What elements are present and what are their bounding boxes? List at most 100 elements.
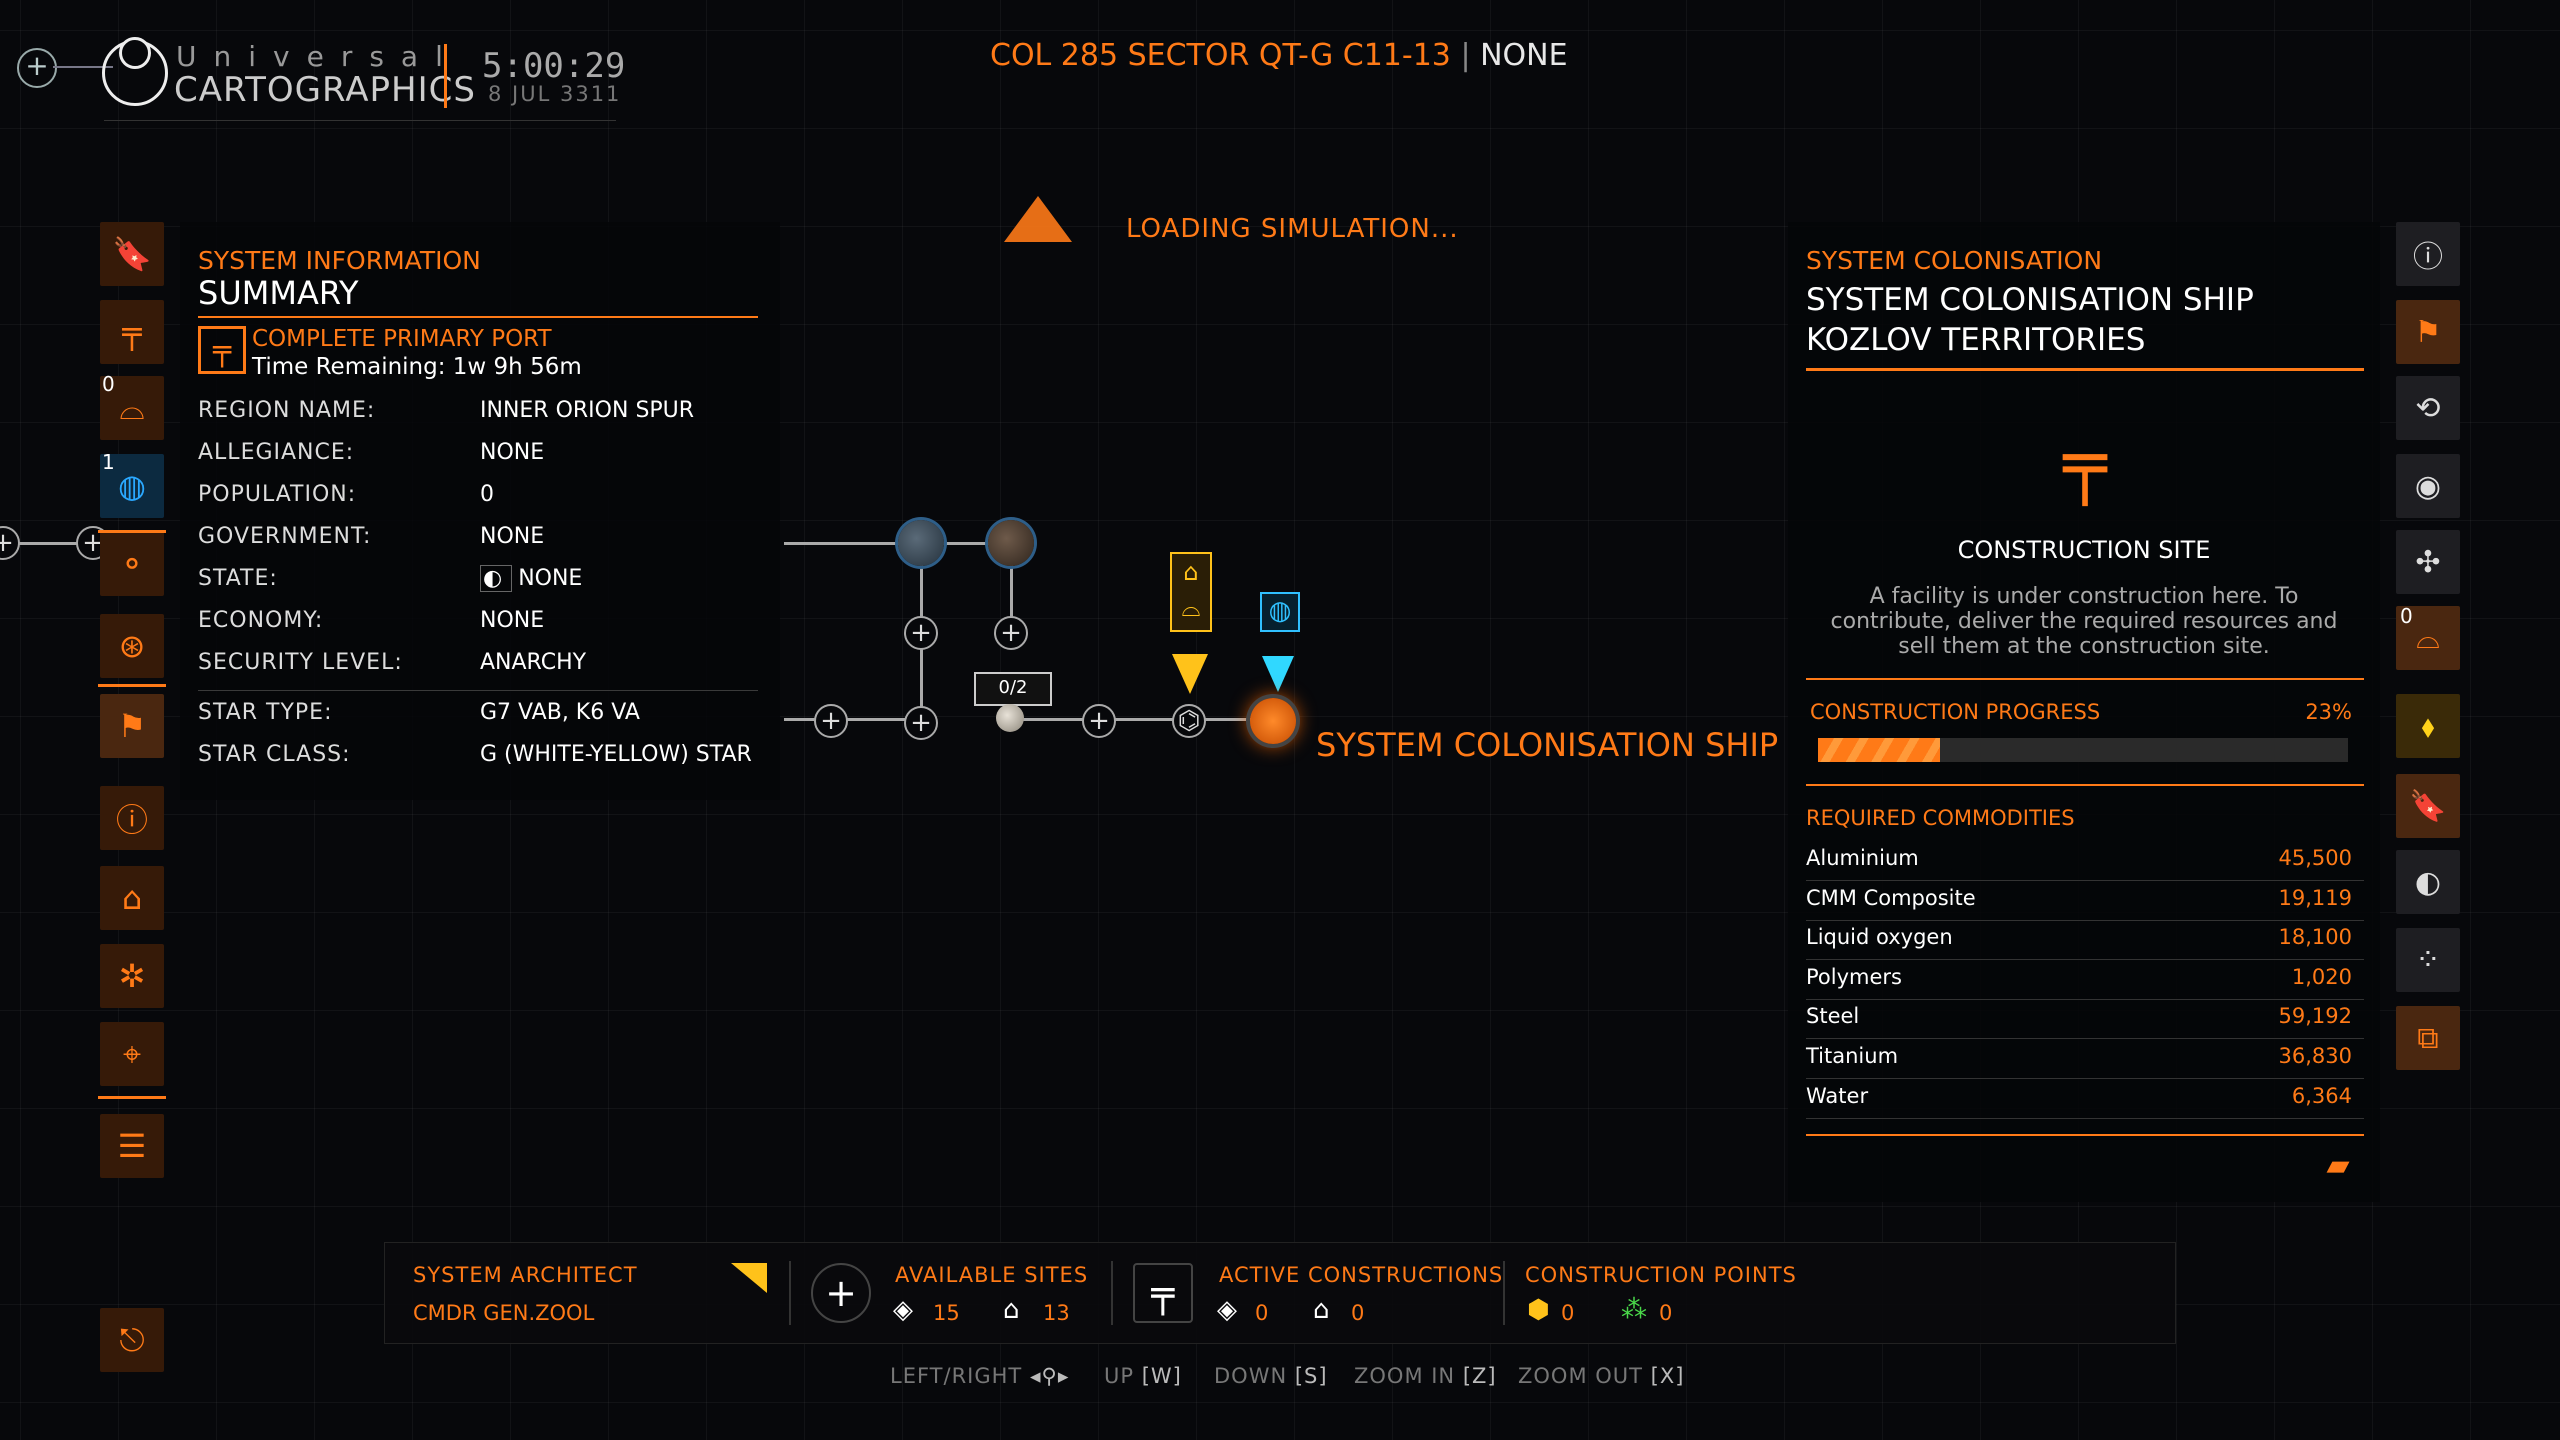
map-node[interactable]: + — [904, 616, 938, 650]
cyan-marker-icon — [1262, 656, 1294, 692]
hint-key: [Z] — [1462, 1364, 1497, 1388]
network-icon[interactable]: ⁘ — [2396, 928, 2460, 992]
required-commodities-label: REQUIRED COMMODITIES — [1806, 806, 2075, 830]
info-value: NONE — [480, 608, 545, 633]
system-title: COL 285 SECTOR QT-G C11-13 | NONE — [990, 38, 1568, 73]
info-icon[interactable]: ⓘ — [100, 786, 164, 850]
hint-label: ZOOM OUT — [1518, 1364, 1651, 1388]
info-value: G7 VAB, K6 VA — [480, 700, 640, 725]
key-hint: UP [W] — [1104, 1364, 1182, 1388]
info-value: 0 — [480, 482, 494, 507]
divider — [1806, 368, 2364, 371]
route-icon[interactable]: ⚬ — [100, 532, 164, 596]
commodity-row[interactable]: CMM Composite 19,119 — [1806, 880, 2364, 921]
surface-site-icon: ⌂ — [1003, 1295, 1020, 1325]
progress-label: CONSTRUCTION PROGRESS — [1810, 700, 2101, 724]
divider — [1503, 1261, 1505, 1325]
colonisation-flag-icon[interactable]: ⚑ — [2396, 300, 2460, 364]
satellite-icon[interactable]: ✣ — [2396, 530, 2460, 594]
exit-icon[interactable]: ⎋ — [100, 1308, 164, 1372]
settings-icon[interactable]: ✲ — [100, 944, 164, 1008]
left-bar-divider — [98, 1096, 166, 1099]
location-icon[interactable]: ⬧ — [2396, 694, 2460, 758]
target-icon[interactable]: ⊛ — [100, 614, 164, 678]
active-constructions-label: ACTIVE CONSTRUCTIONS — [1219, 1263, 1504, 1287]
site-name: CONSTRUCTION SITE — [1957, 536, 2211, 564]
info-row: ECONOMY: NONE — [198, 608, 758, 650]
commodity-quantity: 36,830 — [2278, 1044, 2352, 1068]
add-site-icon[interactable]: + — [811, 1263, 871, 1323]
station-label[interactable]: SYSTEM COLONISATION SHIP — [1316, 726, 1778, 764]
hint-key: ◂⚲▸ — [1029, 1364, 1070, 1388]
system-faction: NONE — [1480, 38, 1568, 73]
crane-icon[interactable]: ╤ — [100, 300, 164, 364]
pin-icon[interactable]: ⌖ — [100, 1022, 164, 1086]
loading-status: LOADING SIMULATION... — [1126, 214, 1459, 244]
colonisation-ship-icon[interactable] — [1250, 698, 1296, 744]
state-text: NONE — [518, 566, 583, 591]
progress-fill — [1818, 738, 1940, 762]
globe-icon[interactable]: ◍ — [1260, 592, 1300, 632]
commodity-quantity: 59,192 — [2278, 1004, 2352, 1029]
crane-icon: ╤ — [1133, 1263, 1193, 1323]
commodity-name: CMM Composite — [1806, 885, 1976, 910]
commodity-quantity: 6,364 — [2291, 1083, 2352, 1108]
planet-icon[interactable] — [988, 520, 1034, 566]
active-orbital-count: 0 — [1255, 1301, 1269, 1325]
bookmark-icon[interactable]: 🔖 — [100, 222, 164, 286]
surface-sites-icon[interactable]: ⌂ ⌓ — [1170, 552, 1212, 632]
architect-name: CMDR GEN.ZOOL — [413, 1301, 595, 1325]
commodity-row[interactable]: Polymers 1,020 — [1806, 959, 2364, 1000]
site-description: A facility is under construction here. T… — [1830, 584, 2338, 659]
badge-count: 0 — [2400, 604, 2413, 628]
map-node[interactable]: + — [994, 616, 1028, 650]
map-node[interactable]: + — [1082, 704, 1116, 738]
key-hint: LEFT/RIGHT ◂⚲▸ — [890, 1364, 1069, 1388]
planet-icon[interactable] — [898, 520, 944, 566]
commodity-row[interactable]: Aluminium 45,500 — [1806, 840, 2364, 881]
left-bar-divider — [98, 684, 166, 687]
codex-book-icon[interactable]: ▰ — [2316, 1148, 2360, 1188]
map-node[interactable]: + — [904, 706, 938, 740]
moon-icon[interactable]: ◐ — [2396, 850, 2460, 914]
map-node[interactable]: + — [814, 704, 848, 738]
info-key: STAR CLASS: — [198, 742, 351, 767]
panel-title: SYSTEM INFORMATION — [198, 246, 481, 275]
info-divider — [198, 690, 758, 691]
map-connector — [1010, 718, 1280, 721]
commodity-row[interactable]: Water 6,364 — [1806, 1078, 2364, 1119]
list-icon[interactable]: ☰ — [100, 1114, 164, 1178]
star-icon[interactable]: ◉ — [2396, 454, 2460, 518]
station-node[interactable]: ⌬ — [1172, 704, 1206, 738]
commodity-row[interactable]: Titanium 36,830 — [1806, 1038, 2364, 1079]
flag-icon[interactable]: ⚑ — [100, 694, 164, 758]
scan-icon[interactable]: ⟲ — [2396, 376, 2460, 440]
commodity-row[interactable]: Steel 59,192 — [1806, 998, 2364, 1040]
ship-faction: KOZLOV TERRITORIES — [1806, 322, 2146, 358]
architect-flag-icon — [731, 1263, 767, 1293]
system-info-icon[interactable]: ⓘ — [2396, 222, 2460, 286]
expand-button[interactable]: + — [17, 48, 57, 88]
header-divider — [444, 44, 447, 108]
hint-key: [W] — [1141, 1364, 1182, 1388]
commodity-row[interactable]: Liquid oxygen 18,100 — [1806, 919, 2364, 961]
hint-label: ZOOM IN — [1354, 1364, 1463, 1388]
bookmark-icon[interactable]: 🔖 — [2396, 774, 2460, 838]
construction-progress-bar — [1818, 738, 2348, 762]
game-clock: 5:00:29 — [482, 46, 626, 86]
info-key: SECURITY LEVEL: — [198, 650, 403, 675]
site-counter-badge: 0/2 — [974, 672, 1052, 706]
info-value: NONE — [480, 440, 545, 465]
info-value: NONE — [480, 524, 545, 549]
state-icon: ◐ — [480, 565, 513, 592]
commodity-name: Liquid oxygen — [1806, 925, 1953, 950]
info-row: ALLEGIANCE: NONE — [198, 440, 758, 482]
moon-icon[interactable] — [996, 704, 1024, 732]
system-name: COL 285 SECTOR QT-G C11-13 — [990, 38, 1451, 73]
hint-key: [S] — [1294, 1364, 1328, 1388]
transfer-icon[interactable]: ⧉ — [2396, 1006, 2460, 1070]
crane-icon: ╤ — [198, 326, 246, 374]
panel-title: SYSTEM COLONISATION — [1806, 246, 2103, 275]
info-row: STAR TYPE: G7 VAB, K6 VA — [198, 700, 758, 742]
bank-icon[interactable]: ⌂ — [100, 866, 164, 930]
